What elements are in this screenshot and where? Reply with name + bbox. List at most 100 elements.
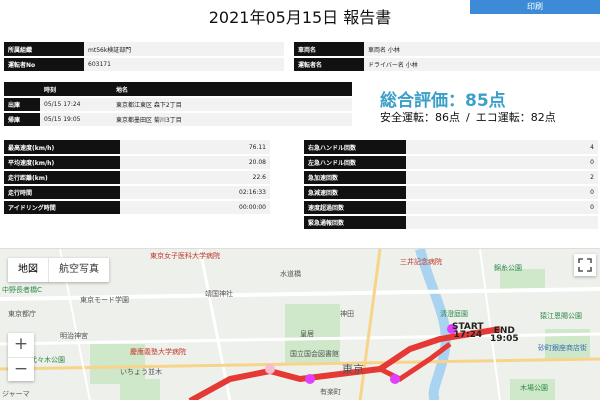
map-label: 東京女子医科大学病院 [150, 252, 220, 260]
start-time: 17:24 [453, 330, 483, 340]
map-label: 皇居 [300, 330, 314, 338]
score-separator: / [466, 111, 470, 124]
stat-label: 速度超過回数 [304, 200, 406, 216]
map-label: 有楽町 [320, 388, 341, 396]
stat-value: 0 [406, 185, 598, 201]
tab-map[interactable]: 地図 [8, 258, 48, 282]
stat-value: 22.6 [120, 170, 270, 186]
stat-row: 急減速回数 0 [304, 185, 598, 201]
trip-header [4, 82, 40, 98]
stat-row: 左急ハンドル回数 0 [304, 155, 598, 171]
trip-header: 時刻 [40, 82, 112, 98]
stat-value: 2 [406, 170, 598, 186]
map-label: 神田 [340, 310, 354, 318]
trip-table: 時刻 地名 出庫 05/15 17:24 東京都江東区 森下2丁目 帰庫 05/… [4, 82, 352, 128]
sub-scores: 安全運転：86点 / エコ運転：82点 [380, 109, 556, 125]
map-type-tabs: 地図 航空写真 [8, 258, 109, 282]
map-label: 明治神宮 [60, 332, 88, 340]
map-label: 木場公園 [520, 384, 548, 392]
info-key: 運転者No [4, 57, 84, 73]
stat-value: 4 [406, 140, 598, 156]
trip-time: 05/15 19:05 [40, 112, 112, 128]
stat-label: 最高速度(km/h) [4, 140, 120, 156]
stat-row: 走行時間 02:16:33 [4, 185, 270, 201]
trip-row: 帰庫 05/15 19:05 東京都墨田区 菊川3丁目 [4, 112, 352, 128]
stat-label: 走行時間 [4, 185, 120, 201]
event-marker[interactable] [390, 374, 400, 384]
info-table: 所属組織 mt56k検証部門 車両名 車両名 小林 運転者No 603171 運… [4, 42, 600, 73]
stat-row: 右急ハンドル回数 4 [304, 140, 598, 156]
map-label: 代々木公園 [30, 356, 65, 364]
print-button[interactable]: 印刷 [470, 0, 600, 14]
info-key: 運転者名 [294, 57, 364, 73]
end-marker[interactable]: END 19:05 [490, 327, 519, 344]
fullscreen-button[interactable] [574, 254, 596, 276]
map-label: 水道橋 [280, 270, 301, 278]
stat-label: 走行距離(km) [4, 170, 120, 186]
event-stats-table: 右急ハンドル回数 4 左急ハンドル回数 0 急加速回数 2 急減速回数 0 速度超過回数… [304, 140, 598, 231]
info-key: 車両名 [294, 42, 364, 58]
stat-label: 右急ハンドル回数 [304, 140, 406, 156]
driving-stats-table: 最高速度(km/h) 76.11 平均速度(km/h) 20.08 走行距離(km)… [4, 140, 270, 216]
river [415, 249, 451, 400]
stat-row: 最高速度(km/h) 76.11 [4, 140, 270, 156]
map-label: 三井記念病院 [400, 258, 442, 266]
trip-time: 05/15 17:24 [40, 97, 112, 113]
map-label: 国立国会図書館 [290, 350, 339, 358]
map-label: ジャーマ [2, 390, 30, 398]
zoom-in-button[interactable]: + [8, 333, 34, 357]
info-value: 603171 [84, 57, 284, 73]
tab-satellite[interactable]: 航空写真 [48, 258, 109, 282]
fullscreen-icon [578, 258, 592, 272]
stat-label: 平均速度(km/h) [4, 155, 120, 171]
map-label: 慶應義塾大学病院 [130, 348, 186, 356]
end-time: 19:05 [490, 334, 519, 344]
stat-value: 20.08 [120, 155, 270, 171]
map-label: 猿江恩賜公園 [540, 312, 582, 320]
map-label: 東京都庁 [8, 310, 36, 318]
map-label: いちょう並木 [120, 368, 162, 376]
stat-value: 02:16:33 [120, 185, 270, 201]
start-marker[interactable]: START 17:24 [452, 323, 484, 340]
eco-score: エコ運転：82点 [475, 111, 556, 124]
info-row: 所属組織 mt56k検証部門 車両名 車両名 小林 [4, 42, 600, 58]
stat-row: 速度超過回数 0 [304, 200, 598, 216]
event-marker[interactable] [305, 374, 315, 384]
info-value: 車両名 小林 [364, 42, 600, 58]
info-row: 運転者No 603171 運転者名 ドライバー名 小林 [4, 57, 600, 73]
trip-header: 地名 [112, 82, 352, 98]
stat-value: 00:00:00 [120, 200, 270, 216]
stat-label: 急加速回数 [304, 170, 406, 186]
overall-score: 総合評価：85点 [380, 91, 506, 111]
zoom-control: + − [8, 333, 34, 381]
stat-label: アイドリング時間 [4, 200, 120, 216]
park-area [120, 379, 160, 400]
map-label: 東京モード学園 [80, 296, 129, 304]
map-label: 錦糸公園 [494, 264, 522, 272]
trip-header-row: 時刻 地名 [4, 82, 352, 98]
trip-label: 帰庫 [4, 112, 40, 128]
info-key: 所属組織 [4, 42, 84, 58]
trip-place: 東京都墨田区 菊川3丁目 [112, 112, 352, 128]
safety-score: 安全運転：86点 [380, 111, 460, 124]
map-label: 清澄庭園 [440, 310, 468, 318]
stat-value: 76.11 [120, 140, 270, 156]
stat-label: 急減速回数 [304, 185, 406, 201]
info-value: mt56k検証部門 [84, 42, 284, 58]
zoom-out-button[interactable]: − [8, 357, 34, 381]
trip-row: 出庫 05/15 17:24 東京都江東区 森下2丁目 [4, 97, 352, 113]
stat-label: 緊急通報回数 [304, 215, 406, 231]
map-label: 砂町銀座商店街 [538, 344, 587, 352]
info-value: ドライバー名 小林 [364, 57, 600, 73]
stat-row: 平均速度(km/h) 20.08 [4, 155, 270, 171]
stat-value: 0 [406, 155, 598, 171]
stat-row: 走行距離(km) 22.6 [4, 170, 270, 186]
trip-label: 出庫 [4, 97, 40, 113]
event-marker[interactable] [265, 364, 275, 374]
road [198, 249, 232, 400]
map-label: 東京 [342, 363, 364, 376]
map-label: 中野長者橋C [2, 286, 42, 294]
trip-place: 東京都江東区 森下2丁目 [112, 97, 352, 113]
stat-row: 急加速回数 2 [304, 170, 598, 186]
map-label: 靖国神社 [205, 290, 233, 298]
